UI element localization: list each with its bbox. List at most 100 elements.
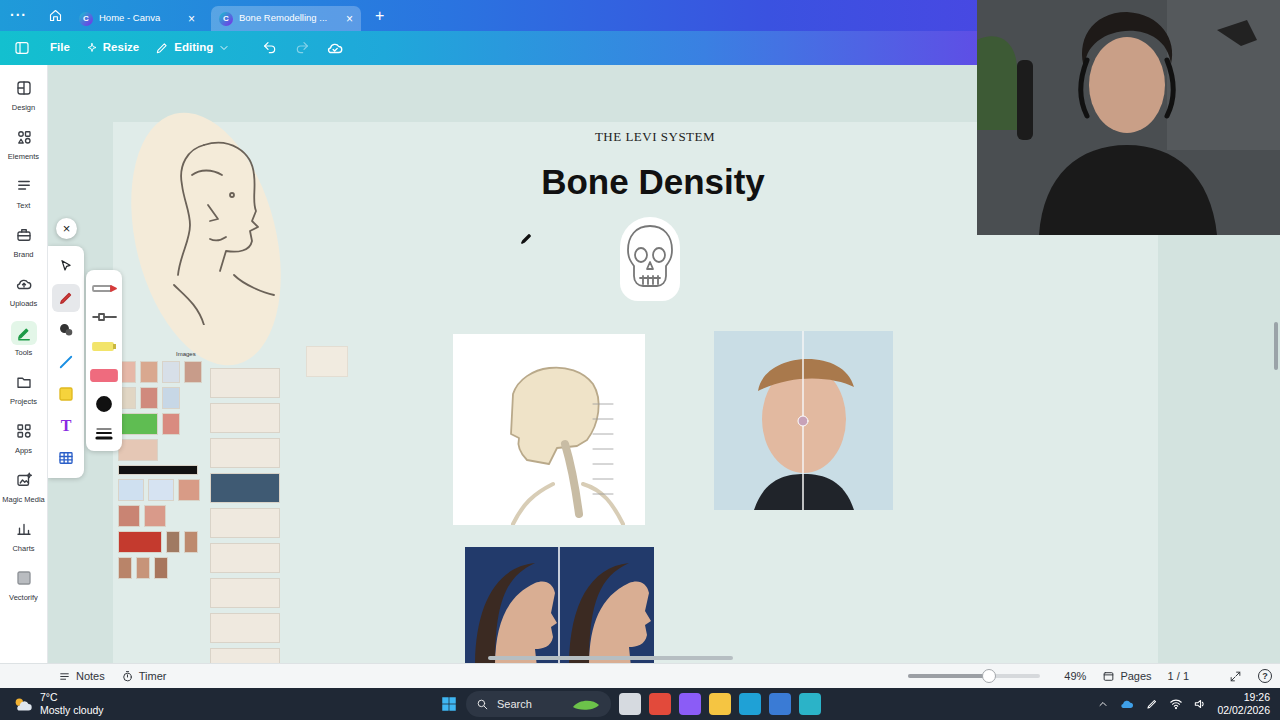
diagram-image[interactable] — [210, 368, 280, 398]
vertical-scrollbar[interactable] — [1274, 322, 1278, 370]
sidebar-label[interactable]: Uploads — [10, 298, 38, 309]
gallery-image[interactable] — [118, 413, 158, 435]
line-art-face[interactable] — [134, 125, 284, 325]
sidebar-item[interactable]: Projects — [0, 367, 47, 416]
elements-icon[interactable] — [11, 125, 37, 149]
magic-media-icon[interactable] — [11, 468, 37, 492]
tab-close-button[interactable]: × — [188, 13, 195, 25]
sidebar-label[interactable]: Design — [12, 102, 35, 113]
diagram-image[interactable] — [210, 438, 280, 468]
draw-tool-button[interactable] — [52, 284, 80, 312]
draw-tool-button[interactable] — [52, 252, 80, 280]
file-manager-icon[interactable] — [619, 693, 641, 715]
browser-menu-button[interactable]: ··· — [10, 5, 32, 26]
tab-close-button[interactable]: × — [346, 13, 353, 25]
gallery-image[interactable] — [118, 465, 198, 475]
wifi-icon[interactable] — [1169, 697, 1183, 711]
diagram-image[interactable] — [210, 543, 280, 573]
sidebar-item[interactable]: Charts — [0, 514, 47, 563]
timer-label[interactable]: Timer — [139, 668, 167, 685]
cloud-saved-icon[interactable] — [326, 39, 344, 57]
gallery-image[interactable] — [118, 439, 158, 461]
gallery-image[interactable] — [162, 413, 180, 435]
gallery-image[interactable] — [184, 361, 202, 383]
draw-tool-button[interactable] — [52, 348, 80, 376]
pen-tray-icon[interactable] — [1145, 697, 1159, 711]
notes-label[interactable]: Notes — [76, 668, 105, 685]
sidebar-item[interactable]: Apps — [0, 416, 47, 465]
page-title[interactable]: Bone Density — [541, 162, 765, 201]
sidebar-item[interactable]: Magic Media — [0, 465, 47, 514]
diagram-image[interactable] — [210, 403, 280, 433]
gallery-image[interactable] — [118, 557, 132, 579]
gallery-image[interactable] — [166, 531, 180, 553]
folder-icon[interactable] — [709, 693, 731, 715]
diagram-image[interactable] — [210, 473, 280, 503]
images-label[interactable]: Images — [176, 351, 196, 357]
store-icon[interactable] — [769, 693, 791, 715]
tray-chevron-icon[interactable] — [1097, 698, 1109, 710]
gallery-image[interactable] — [162, 387, 180, 409]
gallery-image[interactable] — [118, 505, 140, 527]
canva-app-icon[interactable] — [799, 693, 821, 715]
gallery-image[interactable] — [184, 531, 198, 553]
sidebar-label[interactable]: Tools — [15, 347, 33, 358]
file-menu-button[interactable]: File — [50, 39, 70, 56]
design-icon[interactable] — [11, 76, 37, 100]
sidebar-item[interactable]: Elements — [0, 122, 47, 171]
gallery-image[interactable] — [140, 361, 158, 383]
pages-button[interactable]: Pages — [1102, 668, 1151, 685]
apps-icon[interactable] — [11, 419, 37, 443]
home-icon[interactable] — [48, 8, 63, 23]
editing-label[interactable]: Editing — [174, 39, 213, 56]
pen-option[interactable] — [89, 305, 119, 329]
brand-heading[interactable]: THE LEVI SYSTEM — [595, 129, 715, 144]
zoom-percentage[interactable]: 49% — [1064, 668, 1086, 685]
charts-icon[interactable] — [11, 517, 37, 541]
sidebar-item[interactable]: Text — [0, 171, 47, 220]
diagram-image[interactable] — [210, 508, 280, 538]
diagram-image[interactable] — [210, 613, 280, 643]
pen-option[interactable] — [89, 276, 119, 300]
undo-icon[interactable] — [262, 40, 278, 56]
pen-option[interactable] — [89, 334, 119, 358]
vectorify-icon[interactable] — [11, 566, 37, 590]
sidebar-item[interactable]: Brand — [0, 220, 47, 269]
sidebar-item[interactable]: Design — [0, 73, 47, 122]
gallery-image[interactable] — [178, 479, 200, 501]
sidebar-label[interactable]: Brand — [13, 249, 33, 260]
gallery-image[interactable] — [136, 557, 150, 579]
tab-label[interactable]: Home - Canva — [99, 11, 182, 25]
draw-tool-button[interactable] — [52, 444, 80, 472]
brand-icon[interactable] — [11, 223, 37, 247]
resize-button[interactable]: Resize — [86, 39, 139, 56]
sidebar-item[interactable]: Vectorify — [0, 563, 47, 612]
clock[interactable]: 19:2602/02/2026 — [1217, 691, 1280, 717]
pen-option[interactable] — [89, 363, 119, 387]
face-comparison-photo[interactable] — [714, 331, 893, 510]
tools-icon[interactable] — [11, 321, 37, 345]
gallery-image[interactable] — [154, 557, 168, 579]
image-thumbnail[interactable] — [306, 346, 348, 377]
browser-tab[interactable]: CBone Remodelling ...× — [211, 6, 361, 31]
zoom-thumb[interactable] — [982, 669, 996, 683]
help-button[interactable]: ? — [1258, 669, 1272, 683]
projects-icon[interactable] — [11, 370, 37, 394]
edge-icon[interactable] — [739, 693, 761, 715]
gallery-image[interactable] — [148, 479, 174, 501]
draw-tool-button[interactable]: T — [52, 412, 80, 440]
timer-button[interactable]: Timer — [121, 668, 167, 685]
sidebar-item[interactable]: Tools — [0, 318, 47, 367]
sidebar-label[interactable]: Elements — [8, 151, 39, 162]
gallery-image[interactable] — [140, 387, 158, 409]
pen-option[interactable] — [89, 421, 119, 445]
browser-tab[interactable]: CHome - Canva× — [71, 6, 203, 31]
new-tab-button[interactable]: + — [375, 4, 384, 28]
sidebar-label[interactable]: Charts — [12, 543, 34, 554]
expand-icon[interactable] — [1229, 670, 1242, 683]
pen-option[interactable] — [89, 392, 119, 416]
copilot-icon[interactable] — [679, 693, 701, 715]
diagram-image[interactable] — [210, 648, 280, 663]
uploads-icon[interactable] — [11, 272, 37, 296]
sidebar-label[interactable]: Text — [17, 200, 31, 211]
